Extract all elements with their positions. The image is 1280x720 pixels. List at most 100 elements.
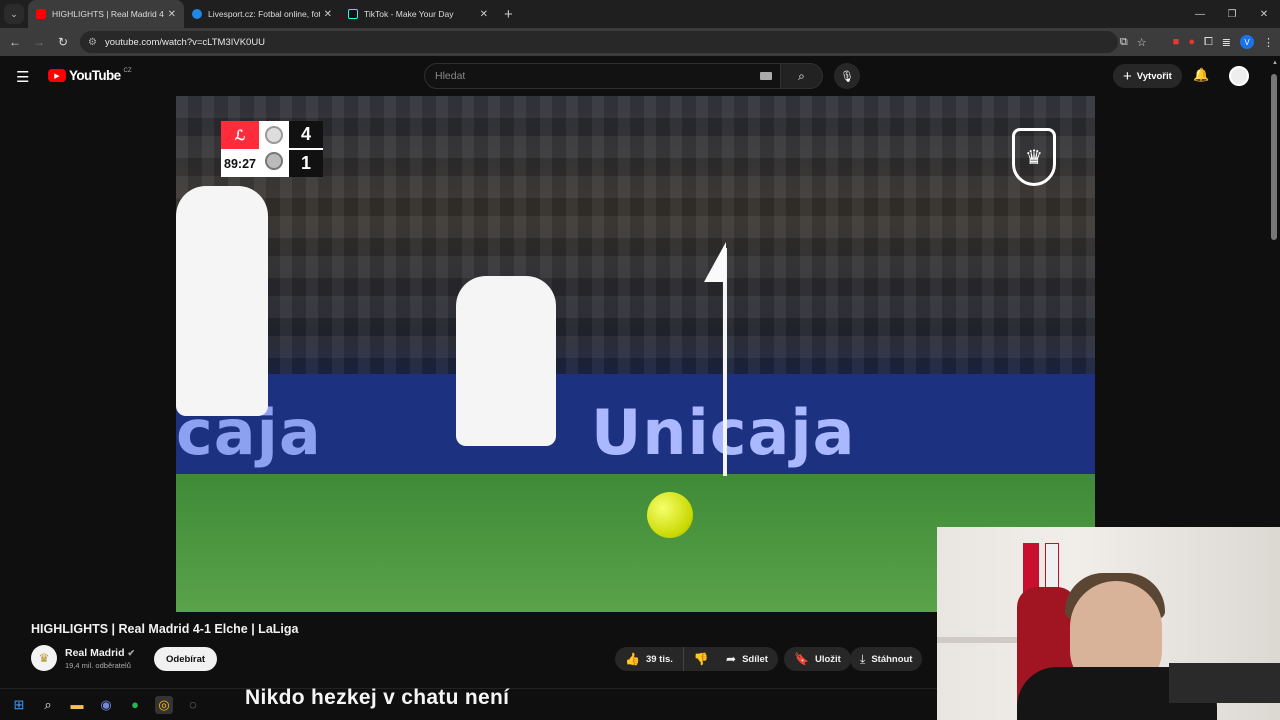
search-placeholder: Hledat [435,70,466,82]
search-button[interactable]: ⌕ [781,63,823,89]
subscriber-count: 19,4 mil. odběratelů [65,661,131,670]
account-avatar[interactable] [1229,66,1249,86]
install-app-icon[interactable]: ⧉ [1120,36,1128,49]
real-madrid-watermark-icon: ♛ [1012,128,1056,186]
channel-avatar[interactable]: ♛ [31,645,57,671]
file-explorer-icon[interactable]: ▬ [68,696,86,714]
discord-icon[interactable]: ◉ [97,696,115,714]
browser-tab-strip: ⌄ HIGHLIGHTS | Real Madrid 4-1 ✕ Livespo… [0,0,1280,28]
football [647,492,693,538]
channel-name-text: Real Madrid [65,647,125,659]
corner-flag-pole [723,248,727,476]
share-label: Sdílet [742,653,768,665]
search-input[interactable]: Hledat [424,63,781,89]
webcam-monitor [1169,663,1280,703]
voice-search-button[interactable]: 🎙 [834,63,860,89]
forward-icon[interactable]: → [27,35,51,49]
youtube-header: ☰ ▶ YouTube CZ Hledat ⌕ 🎙 + Vytvořit 🔔 [0,56,1280,96]
bookmark-icon: 🔖 [794,652,809,666]
back-icon[interactable]: ← [3,35,27,49]
save-label: Uložit [814,653,841,665]
video-player-figure-center [456,276,556,446]
channel-name[interactable]: Real Madrid ✔ [65,647,135,659]
tiktok-favicon-icon [348,9,358,19]
stream-caption: Nikdo hezkej v chatu není [245,686,510,709]
match-time: 89:27 [221,150,259,177]
subscribe-button[interactable]: Odebírat [154,647,218,671]
scrollbar-thumb[interactable] [1271,74,1277,240]
livesport-favicon-icon [192,9,202,19]
like-count: 39 tis. [645,653,673,665]
chrome-icon[interactable]: ◎ [155,695,173,714]
tab-title: HIGHLIGHTS | Real Madrid 4-1 [52,9,164,19]
thumbs-down-icon: 👎 [693,652,709,666]
elche-crest-icon [265,152,283,170]
keyboard-icon[interactable] [760,72,772,80]
corner-flag [704,242,726,282]
extensions-puzzle-icon[interactable]: ⧠ [1204,36,1213,49]
new-tab-icon[interactable]: + [504,6,513,23]
download-button[interactable]: ⤓ Stáhnout [850,647,923,671]
webcam-overlay [937,527,1280,720]
spotify-icon[interactable]: ● [126,696,144,714]
dislike-button[interactable]: 👎 [684,652,719,666]
tab-title: Livesport.cz: Fotbal online, fotb [208,9,320,19]
country-code: CZ [123,67,132,74]
scroll-up-icon[interactable]: ▲ [1272,60,1278,66]
close-tab-icon[interactable]: ✕ [480,9,488,20]
download-label: Stáhnout [871,653,913,665]
obs-icon[interactable]: ◌ [184,696,202,714]
video-player-figure-left [176,186,268,416]
home-goals: 4 [289,121,323,148]
close-tab-icon[interactable]: ✕ [168,9,176,20]
windows-start-icon[interactable]: ⊞ [10,696,28,714]
profile-avatar-icon[interactable]: V [1240,35,1254,49]
address-bar[interactable]: ⚙ youtube.com/watch?v=cLTM3IVK0UU [80,31,1118,53]
close-tab-icon[interactable]: ✕ [324,9,332,20]
microphone-icon: 🎙 [840,70,854,83]
laliga-logo-icon: ℒ [221,121,259,149]
share-icon: ➦ [726,652,737,666]
search-icon: ⌕ [798,68,805,83]
reading-list-icon[interactable]: ≣ [1222,36,1231,49]
scoreboard: ℒ 89:27 4 1 [221,121,323,177]
download-icon: ⤓ [860,651,866,666]
tab-tiktok[interactable]: TikTok - Make Your Day ✕ [340,0,496,28]
extensions-area: ⧉ ☆ ■ ● ⧠ ≣ V ⋮ [1120,28,1274,56]
extension-record-icon[interactable]: ● [1188,36,1195,48]
site-info-icon[interactable]: ⚙ [88,37,97,48]
thumbs-up-icon: 👍 [625,652,640,666]
save-button[interactable]: 🔖 Uložit [784,647,851,671]
restore-icon[interactable]: ❐ [1216,0,1248,28]
bookmark-star-icon[interactable]: ☆ [1137,36,1147,49]
away-goals: 1 [289,150,323,177]
tab-search-button[interactable]: ⌄ [4,4,24,24]
taskbar-search-icon[interactable]: ⌕ [39,696,57,714]
minimize-icon[interactable]: — [1184,0,1216,28]
close-window-icon[interactable]: ✕ [1248,0,1280,28]
tab-youtube[interactable]: HIGHLIGHTS | Real Madrid 4-1 ✕ [28,0,184,28]
tab-livesport[interactable]: Livesport.cz: Fotbal online, fotb ✕ [184,0,340,28]
webcam-shelf [937,637,1017,643]
tab-title: TikTok - Make Your Day [364,9,454,19]
share-button[interactable]: ➦ Sdílet [716,647,778,671]
extension-red-icon[interactable]: ■ [1173,36,1180,48]
create-button[interactable]: + Vytvořit [1113,64,1182,88]
browser-menu-icon[interactable]: ⋮ [1263,36,1274,49]
browser-toolbar: ← → ↻ ⚙ youtube.com/watch?v=cLTM3IVK0UU … [0,28,1280,56]
notifications-bell-icon[interactable]: 🔔 [1193,67,1209,83]
youtube-logo[interactable]: ▶ YouTube CZ [48,68,132,83]
youtube-favicon-icon [36,9,46,19]
video-title: HIGHLIGHTS | Real Madrid 4-1 Elche | LaL… [31,622,299,636]
window-controls: — ❐ ✕ [1184,0,1280,28]
plus-icon: + [1123,67,1132,85]
real-madrid-crest-icon [265,126,283,144]
youtube-play-icon: ▶ [48,69,66,82]
menu-icon[interactable]: ☰ [16,68,29,86]
logo-text: YouTube [69,68,121,83]
like-button[interactable]: 👍 39 tis. [615,647,684,671]
verified-badge-icon: ✔ [127,648,136,658]
url-text: youtube.com/watch?v=cLTM3IVK0UU [104,36,266,48]
reload-icon[interactable]: ↻ [51,35,75,49]
create-label: Vytvořit [1136,70,1172,82]
